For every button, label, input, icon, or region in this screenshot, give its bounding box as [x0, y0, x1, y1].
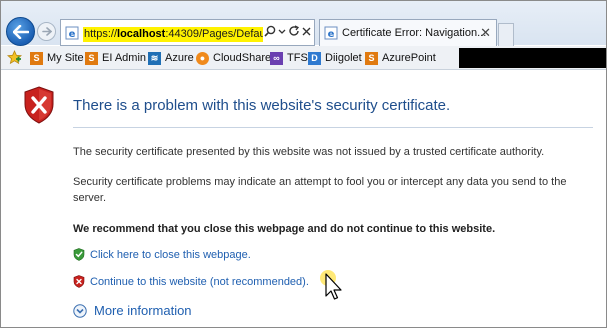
shield-error-icon — [73, 275, 85, 288]
new-tab-button[interactable] — [498, 23, 514, 46]
diigo-icon: D — [308, 51, 321, 65]
favorite-diigolet[interactable]: D Diigolet — [308, 49, 362, 67]
shield-error-icon — [24, 86, 54, 124]
favorite-label: My Site — [47, 52, 84, 64]
redacted-area — [459, 48, 606, 68]
forward-arrow-icon — [41, 27, 52, 36]
browser-tab[interactable]: e Certificate Error: Navigation... ✕ — [319, 19, 497, 46]
shield-check-icon — [73, 248, 85, 261]
more-information-toggle[interactable]: More information — [73, 303, 192, 318]
browser-window: e https://localhost:44309/Pages/Default.… — [0, 0, 607, 328]
favorites-bar: S My Site S EI Admin ≋ Azure ● CloudShar… — [1, 46, 606, 70]
back-button[interactable] — [6, 17, 35, 46]
refresh-icon[interactable] — [288, 25, 300, 41]
favorite-label: Diigolet — [325, 52, 362, 64]
favorite-cloudshare[interactable]: ● CloudShare — [196, 49, 271, 67]
continue-option[interactable]: Continue to this website (not recommende… — [73, 275, 309, 288]
certificate-description: The security certificate presented by th… — [73, 146, 545, 158]
svg-text:e: e — [328, 29, 335, 40]
favorite-label: Azure — [165, 52, 194, 64]
sharepoint-icon: S — [365, 51, 378, 65]
expand-circle-icon — [73, 303, 87, 318]
favorite-label: CloudShare — [213, 52, 272, 64]
sharepoint-icon: S — [30, 51, 43, 65]
address-url[interactable]: https://localhost:44309/Pages/Default.a — [83, 27, 263, 42]
url-scheme: https:// — [84, 28, 118, 40]
search-icon[interactable] — [264, 25, 276, 41]
ie-page-icon: e — [324, 26, 338, 40]
favorite-tfs[interactable]: ∞ TFS — [270, 49, 308, 67]
cloudshare-icon: ● — [196, 51, 209, 65]
close-icon[interactable] — [301, 25, 312, 41]
close-webpage-link[interactable]: Click here to close this webpage. — [90, 249, 251, 261]
close-webpage-option[interactable]: Click here to close this webpage. — [73, 248, 251, 261]
security-warning: Security certificate problems may indica… — [73, 176, 567, 204]
favorite-azure[interactable]: ≋ Azure — [148, 49, 194, 67]
sharepoint-icon: S — [85, 51, 98, 65]
address-bar[interactable]: e https://localhost:44309/Pages/Default.… — [60, 19, 315, 46]
mouse-cursor-icon — [320, 270, 342, 300]
favorite-my-site[interactable]: S My Site — [30, 49, 84, 67]
favorite-label: AzurePoint — [382, 52, 436, 64]
url-path: :44309/Pages/Default.a — [165, 28, 263, 40]
recommendation: We recommend that you close this webpage… — [73, 223, 496, 235]
url-host: localhost — [117, 28, 166, 40]
ie-page-icon: e — [65, 26, 79, 40]
tab-title: Certificate Error: Navigation... — [342, 27, 487, 39]
favorite-azurepoint[interactable]: S AzurePoint — [365, 49, 436, 67]
favorite-label: TFS — [287, 52, 308, 64]
navigation-bar: e https://localhost:44309/Pages/Default.… — [1, 1, 606, 46]
visual-studio-icon: ∞ — [270, 51, 283, 65]
favorites-star-icon[interactable] — [7, 50, 22, 65]
tab-close-icon[interactable]: ✕ — [480, 25, 491, 41]
favorite-label: EI Admin — [102, 52, 147, 64]
back-arrow-icon — [12, 24, 29, 39]
page-title: There is a problem with this website's s… — [73, 97, 451, 114]
title-divider — [73, 127, 593, 128]
svg-text:e: e — [69, 29, 76, 40]
forward-button[interactable] — [37, 22, 56, 41]
favorite-ei-admin[interactable]: S EI Admin — [85, 49, 146, 67]
continue-link[interactable]: Continue to this website (not recommende… — [90, 276, 309, 288]
azure-icon: ≋ — [148, 51, 161, 65]
certificate-error-page: There is a problem with this website's s… — [1, 71, 606, 327]
chevron-down-icon[interactable] — [278, 25, 286, 41]
more-information-label: More information — [94, 303, 192, 318]
